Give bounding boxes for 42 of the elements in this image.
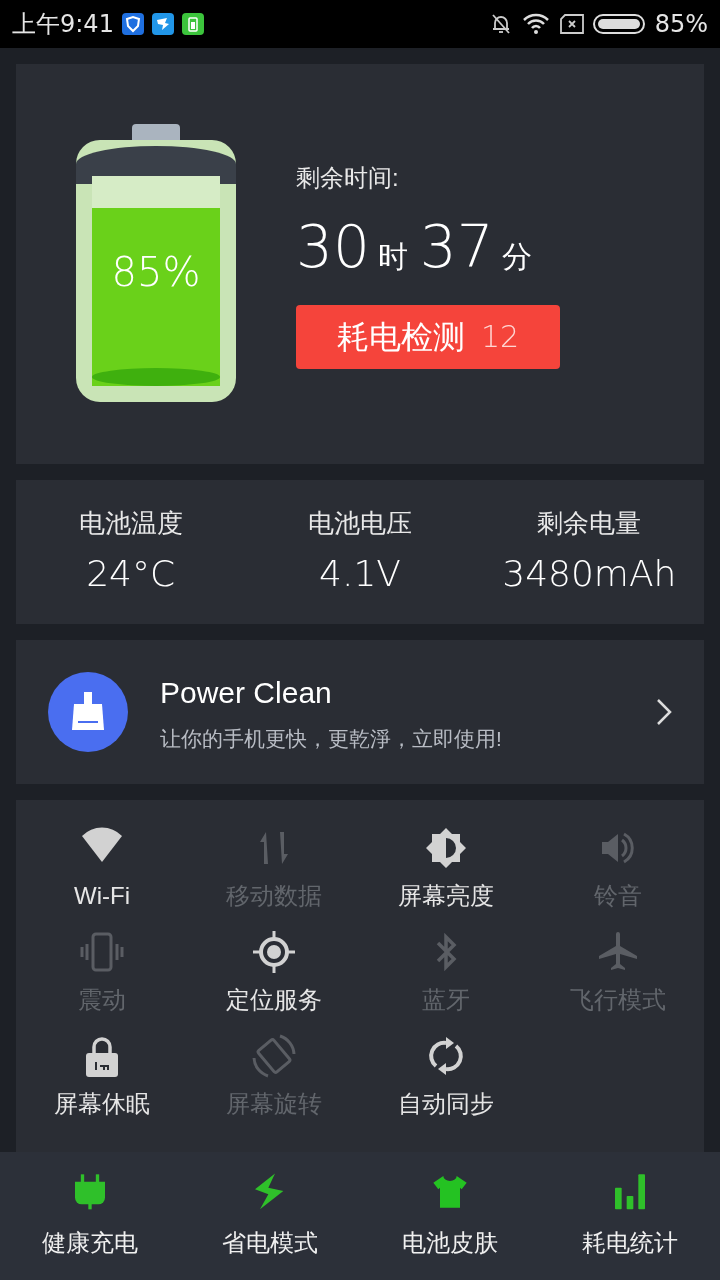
bird-app-icon — [151, 13, 174, 35]
stat-label: 剩余电量 — [537, 506, 642, 540]
toggle-label: 屏幕休眠 — [54, 1089, 150, 1119]
rotate-icon[interactable] — [250, 1032, 298, 1080]
toggle-label: 移动数据 — [226, 881, 322, 911]
toggle-label: Wi-Fi — [74, 881, 130, 911]
target-icon[interactable] — [250, 928, 298, 976]
toggle-label: 震动 — [78, 985, 126, 1015]
minutes-value: 37 — [419, 217, 494, 276]
minutes-unit: 分 — [501, 238, 532, 275]
sim-off-icon — [558, 13, 585, 35]
stat-label: 电池电压 — [308, 506, 412, 540]
nav-tab[interactable]: 省电模式 — [180, 1171, 360, 1261]
stat-value: 24°C — [86, 551, 176, 596]
chevron-right-icon — [656, 698, 672, 726]
hours-unit: 时 — [377, 238, 408, 275]
nav-tab[interactable]: 电池皮肤 — [360, 1171, 540, 1261]
power-check-button[interactable]: 耗电检测 12 — [296, 304, 560, 369]
broom-icon — [48, 672, 128, 752]
battery-icon — [592, 13, 647, 35]
toggle-label: 屏幕旋转 — [226, 1089, 322, 1119]
toggle-label: 自动同步 — [398, 1089, 494, 1119]
promo-title: Power Clean — [160, 674, 333, 711]
promo-subtitle: 让你的手机更快，更乾淨，立即使用! — [160, 725, 503, 752]
battery-app-icon — [181, 13, 204, 35]
nav-tab[interactable]: 健康充电 — [0, 1171, 180, 1261]
remaining-time-label: 剩余时间: — [296, 162, 400, 193]
toggle-label: 飞行模式 — [570, 985, 666, 1015]
toggle-label: 蓝牙 — [422, 985, 470, 1015]
stat-label: 电池温度 — [78, 506, 183, 540]
battery-percent-label: 85% — [110, 248, 202, 297]
status-time: 上午9:41 — [12, 9, 114, 40]
toggle-label: 铃音 — [594, 881, 642, 911]
battery-percent: 85% — [654, 9, 708, 40]
nav-tab[interactable]: 耗电统计 — [540, 1171, 720, 1261]
promo-card[interactable]: Power Clean 让你的手机更快，更乾淨，立即使用! — [16, 640, 704, 784]
shield-app-icon — [121, 13, 144, 35]
stat-value: 3480mAh — [502, 551, 677, 596]
hours-value: 30 — [296, 217, 370, 276]
toggle-label: 定位服务 — [226, 985, 322, 1015]
toggle-label: 屏幕亮度 — [398, 881, 494, 911]
stat-value: 4.1V — [319, 551, 401, 596]
